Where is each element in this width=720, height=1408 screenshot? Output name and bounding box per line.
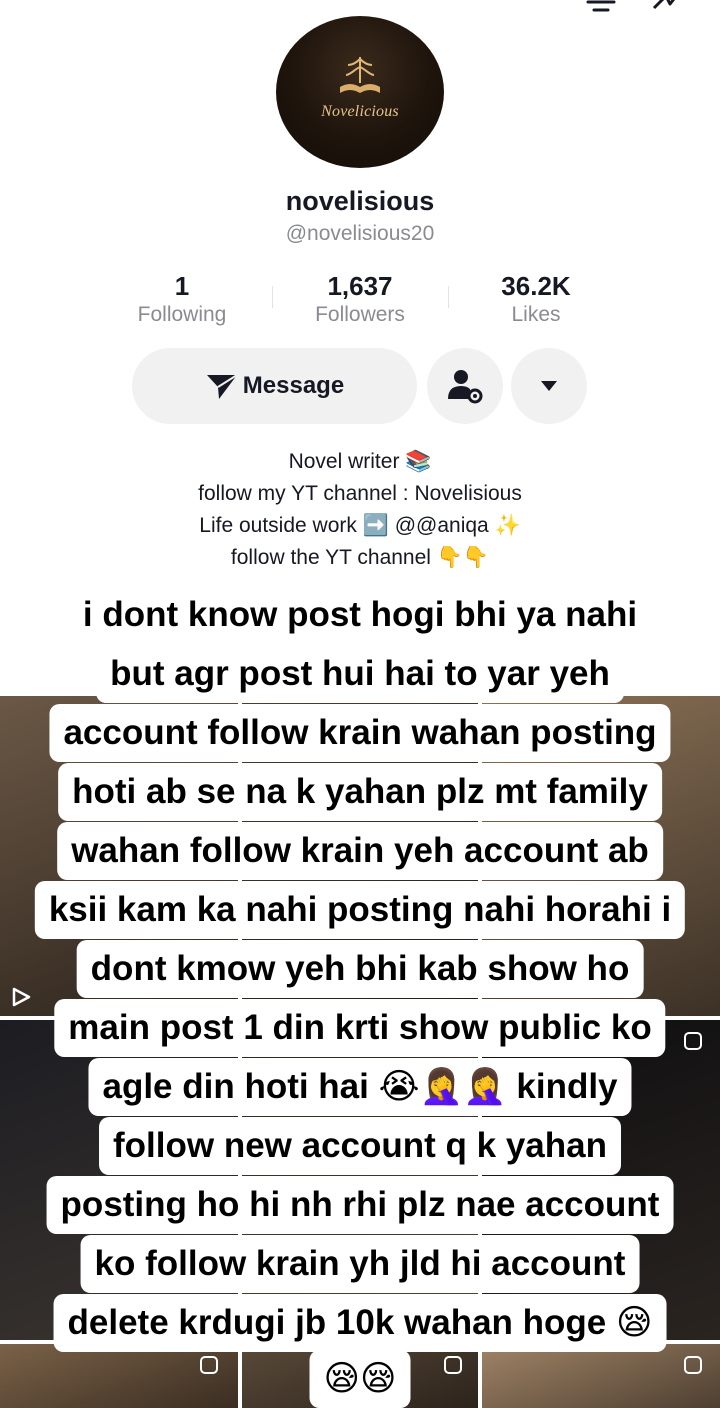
- divider: [272, 286, 273, 308]
- caption-line: main post 1 din krti show public ko: [54, 999, 666, 1057]
- display-name: novelisious: [285, 186, 435, 216]
- caption-line: 😪😪: [309, 1350, 411, 1408]
- video-thumbnail[interactable]: [0, 1344, 238, 1408]
- multi-photo-icon: [684, 1356, 702, 1374]
- caption-line: agle din hoti hai 😭🤦‍♀️🤦‍♀️ kindly: [88, 1058, 632, 1116]
- avatar-brand-text: Novelicious: [321, 103, 399, 120]
- caption-line: hoti ab se na k yahan plz mt family: [58, 763, 662, 821]
- stat-value: 1,637: [327, 271, 393, 301]
- bell-icon[interactable]: [584, 0, 618, 12]
- stat-label: Following: [137, 303, 227, 326]
- multi-photo-icon: [200, 1356, 218, 1374]
- stat-value: 1: [174, 271, 190, 301]
- message-button[interactable]: Message: [132, 348, 417, 424]
- caption-line: delete krdugi jb 10k wahan hoge 😪: [53, 1294, 667, 1352]
- send-icon: [206, 374, 238, 399]
- share-icon[interactable]: [648, 0, 688, 12]
- avatar[interactable]: Novelicious: [276, 16, 444, 168]
- caption-line: follow new account q k yahan: [99, 1117, 621, 1175]
- caption-line: dont kmow yeh bhi kab show ho: [76, 940, 644, 998]
- username: @novelisious20: [285, 222, 435, 245]
- stat-likes[interactable]: 36.2K Likes: [456, 272, 616, 330]
- stat-label: Followers: [315, 303, 405, 326]
- add-friend-settings-button[interactable]: [427, 348, 503, 424]
- caption-line: ksii kam ka nahi posting nahi horahi i: [34, 881, 686, 939]
- caption-line: account follow krain wahan posting: [49, 704, 671, 762]
- bio: Novel writer 📚 follow my YT channel : No…: [0, 446, 720, 574]
- more-dropdown-button[interactable]: [511, 348, 587, 424]
- caption-line: but agr post hui hai to yar yeh: [96, 645, 624, 703]
- stat-value: 36.2K: [501, 271, 571, 301]
- stat-label: Likes: [511, 303, 561, 326]
- caption-line: i dont know post hogi bhi ya nahi: [68, 586, 652, 644]
- video-thumbnail[interactable]: [482, 1344, 720, 1408]
- divider: [448, 286, 449, 308]
- bio-line: Novel writer 📚: [288, 450, 432, 473]
- multi-photo-icon: [684, 1032, 702, 1050]
- message-label: Message: [242, 372, 345, 399]
- bio-line: Life outside work ➡️ @@aniqa ✨: [199, 514, 521, 537]
- caption-line: posting ho hi nh rhi plz nae account: [46, 1176, 674, 1234]
- bio-line: follow my YT channel : Novelisious: [198, 482, 522, 505]
- multi-photo-icon: [444, 1356, 462, 1374]
- caption-line: wahan follow krain yeh account ab: [57, 822, 663, 880]
- caption-line: ko follow krain yh jld hi account: [80, 1235, 640, 1293]
- stat-following[interactable]: 1 Following: [102, 272, 262, 330]
- stat-followers[interactable]: 1,637 Followers: [280, 272, 440, 330]
- back-icon[interactable]: [22, 0, 50, 10]
- caret-down-icon: [541, 381, 557, 391]
- play-icon: [12, 987, 31, 1007]
- book-tree-logo-icon: [340, 57, 380, 93]
- bio-line: follow the YT channel 👇👇: [230, 546, 490, 569]
- user-gear-icon: [448, 370, 483, 404]
